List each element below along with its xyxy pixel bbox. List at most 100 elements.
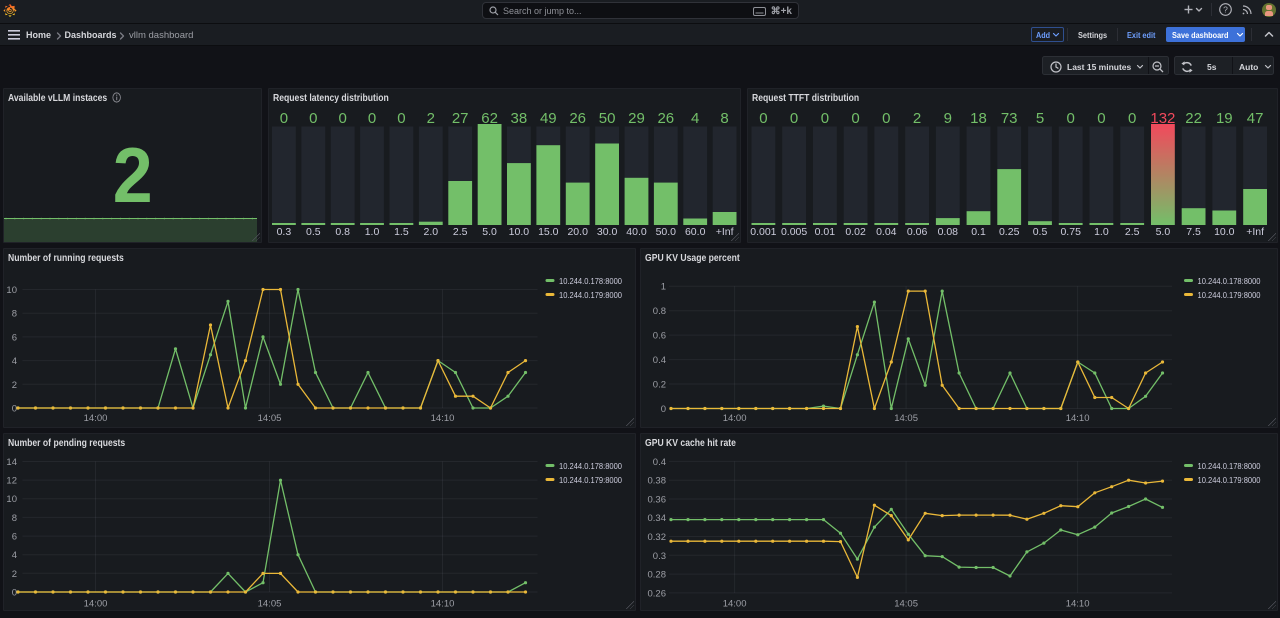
svg-text:0: 0: [368, 110, 376, 127]
svg-text:14:05: 14:05: [894, 598, 918, 609]
svg-text:5.0: 5.0: [1156, 226, 1171, 238]
svg-text:0.08: 0.08: [938, 226, 959, 238]
svg-text:0: 0: [790, 110, 798, 127]
svg-text:0.1: 0.1: [971, 226, 986, 238]
svg-text:30.0: 30.0: [597, 226, 618, 238]
svg-text:0.04: 0.04: [876, 226, 897, 238]
svg-text:14:00: 14:00: [723, 413, 747, 424]
svg-text:1.5: 1.5: [394, 226, 409, 238]
svg-text:5.0: 5.0: [482, 226, 497, 238]
svg-text:60.0: 60.0: [685, 226, 706, 238]
svg-text:0.01: 0.01: [815, 226, 836, 238]
svg-text:0: 0: [339, 110, 347, 127]
svg-text:0: 0: [1097, 110, 1105, 127]
svg-text:0.4: 0.4: [653, 456, 666, 467]
svg-text:0.5: 0.5: [306, 226, 321, 238]
svg-text:10: 10: [6, 285, 17, 296]
svg-text:29: 29: [628, 110, 645, 127]
svg-text:18: 18: [970, 110, 987, 127]
svg-text:8: 8: [11, 512, 16, 523]
svg-text:1.0: 1.0: [1094, 226, 1109, 238]
svg-text:0.001: 0.001: [750, 226, 776, 238]
svg-text:0.38: 0.38: [648, 475, 667, 486]
svg-text:5: 5: [1036, 110, 1044, 127]
svg-text:0: 0: [759, 110, 767, 127]
svg-text:10: 10: [6, 494, 17, 505]
svg-text:0.6: 0.6: [653, 331, 666, 342]
svg-text:0.4: 0.4: [653, 355, 666, 366]
svg-text:0: 0: [1067, 110, 1075, 127]
svg-text:73: 73: [1001, 110, 1018, 127]
svg-text:4: 4: [691, 110, 699, 127]
svg-text:0: 0: [821, 110, 829, 127]
svg-text:14:10: 14:10: [1066, 598, 1090, 609]
svg-text:10.244.0.179:8000: 10.244.0.179:8000: [559, 290, 622, 300]
svg-text:12: 12: [6, 475, 17, 486]
svg-text:14:00: 14:00: [83, 413, 107, 424]
svg-text:2: 2: [913, 110, 921, 127]
svg-text:10.244.0.178:8000: 10.244.0.178:8000: [1198, 276, 1261, 286]
svg-text:10.0: 10.0: [1214, 226, 1235, 238]
svg-text:0.2: 0.2: [653, 380, 666, 391]
svg-text:50.0: 50.0: [656, 226, 677, 238]
svg-text:47: 47: [1247, 110, 1264, 127]
svg-text:0.3: 0.3: [653, 550, 666, 561]
svg-text:19: 19: [1216, 110, 1233, 127]
svg-text:0: 0: [882, 110, 890, 127]
svg-text:2: 2: [427, 110, 435, 127]
svg-text:0: 0: [280, 110, 288, 127]
svg-text:10.244.0.179:8000: 10.244.0.179:8000: [1198, 475, 1261, 485]
svg-text:14:10: 14:10: [430, 598, 454, 609]
svg-text:26: 26: [569, 110, 586, 127]
svg-text:+Inf: +Inf: [1246, 226, 1264, 238]
svg-text:26: 26: [657, 110, 674, 127]
svg-text:2.0: 2.0: [423, 226, 438, 238]
svg-text:6: 6: [11, 531, 16, 542]
svg-text:1.0: 1.0: [365, 226, 380, 238]
svg-text:40.0: 40.0: [626, 226, 647, 238]
svg-text:0: 0: [661, 404, 666, 415]
svg-text:0.28: 0.28: [648, 569, 667, 580]
svg-text:7.5: 7.5: [1186, 226, 1201, 238]
svg-text:0.75: 0.75: [1060, 226, 1081, 238]
svg-text:1: 1: [661, 282, 666, 293]
svg-text:6: 6: [11, 332, 16, 343]
svg-text:20.0: 20.0: [567, 226, 588, 238]
svg-text:14:05: 14:05: [257, 598, 281, 609]
svg-text:0.34: 0.34: [648, 513, 667, 524]
svg-text:10.244.0.178:8000: 10.244.0.178:8000: [559, 276, 622, 286]
svg-text:14:00: 14:00: [723, 598, 747, 609]
svg-text:2: 2: [11, 380, 16, 391]
svg-text:10.244.0.178:8000: 10.244.0.178:8000: [559, 461, 622, 471]
svg-text:2.5: 2.5: [1125, 226, 1140, 238]
svg-text:8: 8: [11, 309, 16, 320]
svg-text:4: 4: [11, 550, 16, 561]
svg-text:0: 0: [851, 110, 859, 127]
svg-text:38: 38: [511, 110, 528, 127]
svg-text:0.5: 0.5: [1033, 226, 1048, 238]
svg-text:2.5: 2.5: [453, 226, 468, 238]
svg-text:10.244.0.179:8000: 10.244.0.179:8000: [1198, 290, 1261, 300]
svg-text:50: 50: [599, 110, 616, 127]
svg-text:10.244.0.178:8000: 10.244.0.178:8000: [1198, 461, 1261, 471]
svg-text:62: 62: [481, 110, 498, 127]
svg-text:10.244.0.179:8000: 10.244.0.179:8000: [559, 475, 622, 485]
svg-text:0.26: 0.26: [648, 588, 667, 599]
svg-text:9: 9: [944, 110, 952, 127]
svg-text:14:05: 14:05: [257, 413, 281, 424]
svg-text:0: 0: [397, 110, 405, 127]
svg-text:?: ?: [1223, 4, 1228, 14]
svg-text:22: 22: [1185, 110, 1202, 127]
svg-text:0: 0: [11, 404, 16, 415]
svg-text:14:10: 14:10: [430, 413, 454, 424]
svg-text:10.0: 10.0: [509, 226, 530, 238]
svg-text:0.32: 0.32: [648, 532, 667, 543]
svg-text:132: 132: [1150, 110, 1175, 127]
svg-text:0.02: 0.02: [845, 226, 866, 238]
svg-text:14: 14: [6, 457, 17, 468]
svg-text:8: 8: [720, 110, 728, 127]
svg-text:0.3: 0.3: [277, 226, 292, 238]
svg-text:14:00: 14:00: [83, 598, 107, 609]
svg-text:0.06: 0.06: [907, 226, 928, 238]
svg-text:27: 27: [452, 110, 469, 127]
